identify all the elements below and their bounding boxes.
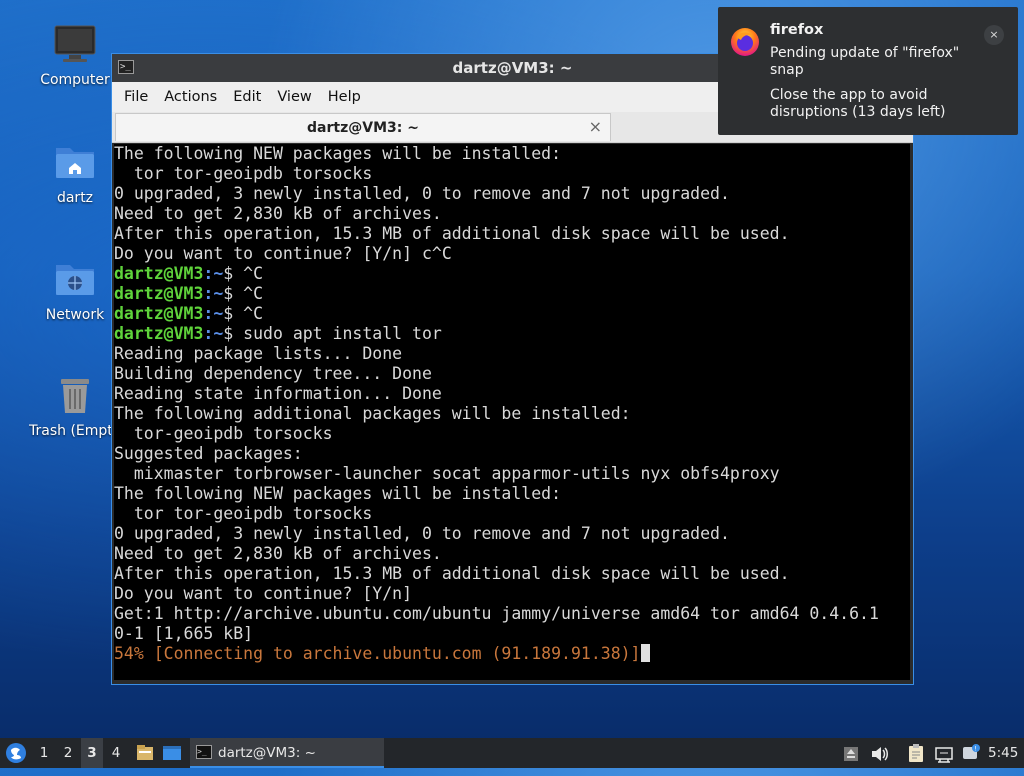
notification-detail: Close the app to avoid disruptions (13 d… <box>770 87 946 120</box>
prompt-user: dartz@VM3 <box>114 284 204 303</box>
notification-icon[interactable]: ! <box>961 743 981 763</box>
terminal-line: Get:1 http://archive.ubuntu.com/ubuntu j… <box>114 604 879 623</box>
show-desktop-icon[interactable] <box>162 743 182 763</box>
workspace-2[interactable]: 2 <box>57 738 79 768</box>
terminal-line: Need to get 2,830 kB of archives. <box>114 544 442 563</box>
app-menu-icon[interactable] <box>4 741 28 765</box>
prompt-user: dartz@VM3 <box>114 324 204 343</box>
terminal-line: Do you want to continue? [Y/n] <box>114 584 413 603</box>
prompt-command: $ ^C <box>223 304 264 323</box>
taskbar: 1 2 3 4 >_ dartz@VM3: ~ ! 5:45 <box>0 738 1024 768</box>
prompt-line: dartz@VM3:~$ ^C <box>114 284 910 304</box>
desktop-icon-network[interactable]: Network <box>25 257 125 323</box>
terminal-line: Do you want to continue? [Y/n] c^C <box>114 244 452 263</box>
terminal-line: The following additional packages will b… <box>114 404 631 423</box>
prompt-path: :~ <box>203 284 224 303</box>
terminal-line: tor-geoipdb torsocks <box>114 424 333 443</box>
terminal-output[interactable]: The following NEW packages will be insta… <box>114 144 910 680</box>
desktop-icon-label: dartz <box>56 190 94 206</box>
desktop-icon-label: Trash (Empty) <box>29 423 115 439</box>
workspace-3[interactable]: 3 <box>81 738 103 768</box>
desktop-icon-label: Network <box>45 307 105 323</box>
terminal-line: Need to get 2,830 kB of archives. <box>114 204 442 223</box>
update-icon[interactable] <box>842 744 860 762</box>
workspace-4[interactable]: 4 <box>105 738 127 768</box>
terminal-window: >_ dartz@VM3: ~ File Actions Edit View H… <box>111 53 914 685</box>
notification-close-icon[interactable]: × <box>984 25 1004 45</box>
prompt-command: $ ^C <box>223 264 264 283</box>
trash-icon <box>53 373 97 417</box>
terminal-line: tor tor-geoipdb torsocks <box>114 504 373 523</box>
task-terminal[interactable]: >_ dartz@VM3: ~ <box>190 738 384 768</box>
firefox-icon <box>730 27 760 57</box>
svg-text:!: ! <box>974 746 976 753</box>
terminal-line: After this operation, 15.3 MB of additio… <box>114 564 790 583</box>
tab-close-icon[interactable]: × <box>589 117 602 136</box>
volume-icon[interactable] <box>870 744 890 762</box>
progress-line: 54% [Connecting to archive.ubuntu.com (9… <box>114 644 910 664</box>
terminal-line: The following NEW packages will be insta… <box>114 144 562 163</box>
network-folder-icon <box>53 257 97 301</box>
network-icon[interactable] <box>934 744 954 763</box>
file-manager-icon[interactable] <box>135 743 155 763</box>
menu-view[interactable]: View <box>269 89 319 105</box>
menu-edit[interactable]: Edit <box>225 89 269 105</box>
desktop-icon-label: Computer <box>40 72 110 88</box>
notification-title: firefox <box>770 22 824 38</box>
menu-file[interactable]: File <box>116 89 156 105</box>
terminal-line: Reading package lists... Done <box>114 344 403 363</box>
desktop-icon-home-folder[interactable]: dartz <box>25 140 125 206</box>
prompt-path: :~ <box>203 304 224 323</box>
text-cursor <box>640 644 650 662</box>
clock[interactable]: 5:45 <box>988 738 1022 768</box>
progress-status: 54% [Connecting to archive.ubuntu.com (9… <box>114 644 641 663</box>
notification-popup[interactable]: firefox Pending update of "firefox" snap… <box>718 7 1018 135</box>
task-label: dartz@VM3: ~ <box>218 745 316 761</box>
terminal-line: Suggested packages: <box>114 444 303 463</box>
terminal-line: Building dependency tree... Done <box>114 364 432 383</box>
prompt-line: dartz@VM3:~$ sudo apt install tor <box>114 324 910 344</box>
prompt-path: :~ <box>203 264 224 283</box>
prompt-path: :~ <box>203 324 224 343</box>
tab-label: dartz@VM3: ~ <box>307 120 419 136</box>
prompt-command: $ sudo apt install tor <box>223 324 442 343</box>
desktop-icon-computer[interactable]: Computer <box>25 22 125 88</box>
prompt-line: dartz@VM3:~$ ^C <box>114 264 910 284</box>
terminal-line: After this operation, 15.3 MB of additio… <box>114 224 790 243</box>
notification-body: Pending update of "firefox" snap <box>770 45 960 78</box>
terminal-line: mixmaster torbrowser-launcher socat appa… <box>114 464 780 483</box>
workspace-1[interactable]: 1 <box>33 738 55 768</box>
clipboard-icon[interactable] <box>906 743 926 763</box>
terminal-icon: >_ <box>196 745 212 759</box>
prompt-command: $ ^C <box>223 284 264 303</box>
prompt-user: dartz@VM3 <box>114 264 204 283</box>
terminal-line: 0 upgraded, 3 newly installed, 0 to remo… <box>114 524 730 543</box>
computer-icon <box>53 22 97 66</box>
menu-actions[interactable]: Actions <box>156 89 225 105</box>
home-folder-icon <box>53 140 97 184</box>
terminal-line: 0 upgraded, 3 newly installed, 0 to remo… <box>114 184 730 203</box>
terminal-line: tor tor-geoipdb torsocks <box>114 164 373 183</box>
terminal-line: Reading state information... Done <box>114 384 442 403</box>
tab-terminal[interactable]: dartz@VM3: ~ × <box>115 113 611 141</box>
desktop-icon-trash[interactable]: Trash (Empty) <box>25 373 125 439</box>
terminal-line: The following NEW packages will be insta… <box>114 484 562 503</box>
terminal-line: 0-1 [1,665 kB] <box>114 624 254 643</box>
prompt-user: dartz@VM3 <box>114 304 204 323</box>
prompt-line: dartz@VM3:~$ ^C <box>114 304 910 324</box>
menu-help[interactable]: Help <box>320 89 369 105</box>
